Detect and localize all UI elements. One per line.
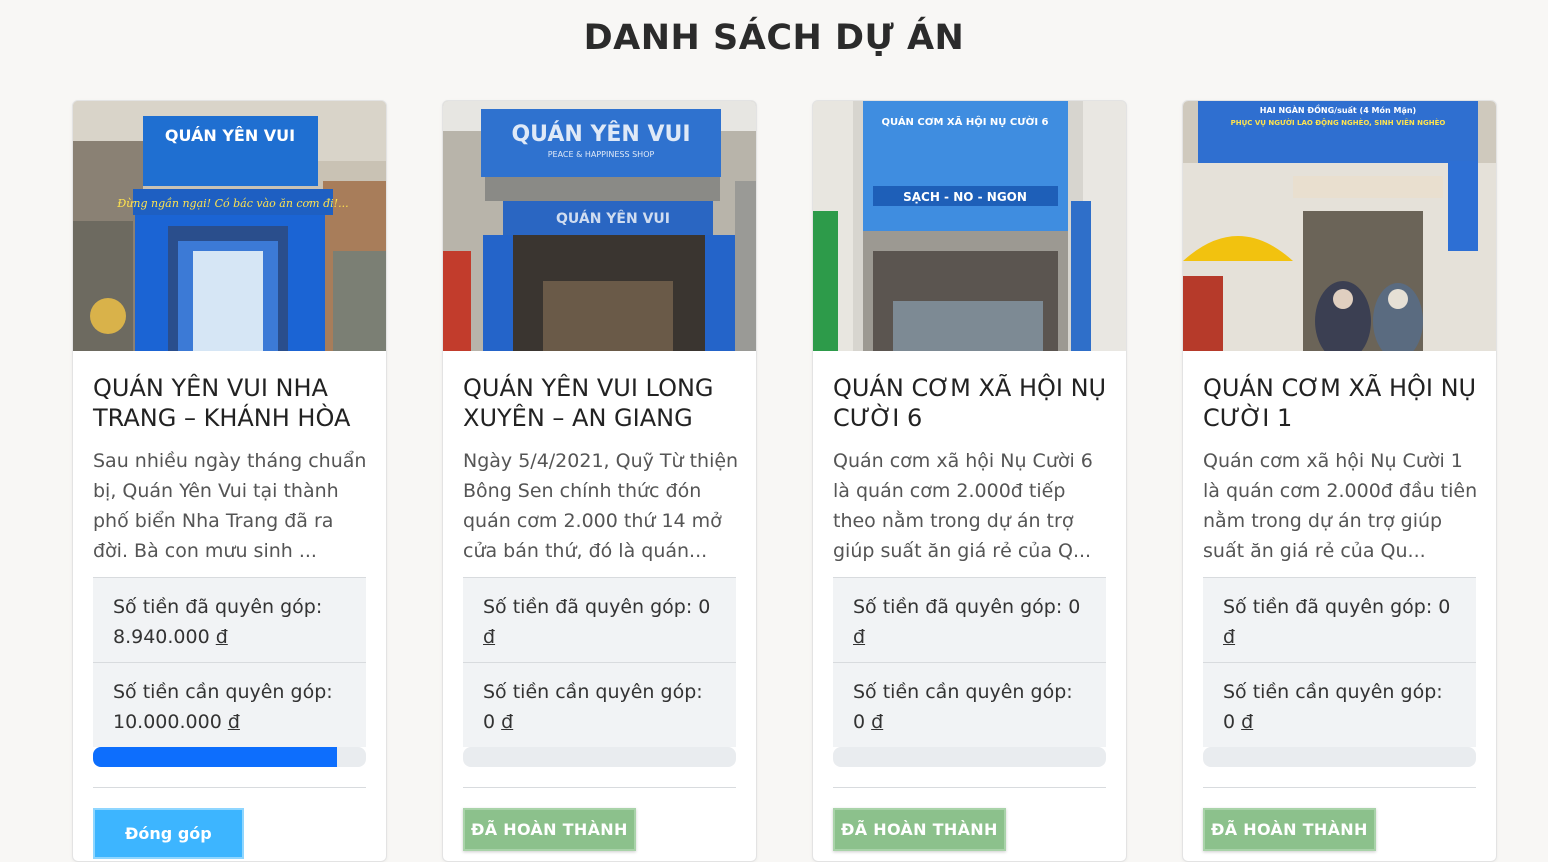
currency-symbol: đ [1241, 711, 1254, 733]
divider [463, 787, 736, 788]
donation-stats: Số tiền đã quyên góp: 8.940.000 đ Số tiề… [93, 577, 366, 859]
project-description: Ngày 5/4/2021, Quỹ Từ thiện Bông Sen chí… [463, 450, 739, 562]
project-description: Quán cơm xã hội Nụ Cười 1 là quán cơm 2.… [1203, 450, 1478, 562]
completed-button[interactable]: ĐÃ HOÀN THÀNH [1203, 808, 1376, 851]
project-card[interactable]: QUÁN YÊN VUI Đừng ngần ngại! Có bác vào … [72, 100, 387, 862]
project-card[interactable]: QUÁN CƠM XÃ HỘI NỤ CƯỜI 6 SẠCH - NO - NG… [812, 100, 1127, 862]
donated-value: 0 [1438, 596, 1451, 618]
divider [93, 787, 366, 788]
project-photo[interactable]: QUÁN CƠM XÃ HỘI NỤ CƯỜI 6 SẠCH - NO - NG… [813, 101, 1126, 351]
donation-stats: Số tiền đã quyên góp: 0 đ Số tiền cần qu… [463, 577, 736, 851]
project-title[interactable]: QUÁN YÊN VUI NHA TRANG – KHÁNH HÒA [93, 373, 373, 433]
divider [833, 787, 1106, 788]
currency-symbol: đ [483, 626, 496, 648]
donated-amount: Số tiền đã quyên góp: 0 đ [1203, 577, 1476, 662]
project-photo[interactable]: QUÁN YÊN VUI PEACE & HAPPINESS SHOP QUÁN… [443, 101, 756, 351]
donated-value: 0 [698, 596, 711, 618]
donated-value: 0 [1068, 596, 1081, 618]
needed-value: 0 [483, 711, 496, 733]
sign-text: QUÁN CƠM XÃ HỘI NỤ CƯỜI 6 [882, 115, 1049, 128]
divider [1203, 787, 1476, 788]
inner-sign-text: QUÁN YÊN VUI [556, 210, 670, 227]
currency-symbol: đ [227, 711, 240, 733]
donate-button[interactable]: Đóng góp [93, 808, 244, 859]
project-card[interactable]: QUÁN YÊN VUI PEACE & HAPPINESS SHOP QUÁN… [442, 100, 757, 862]
completed-button[interactable]: ĐÃ HOÀN THÀNH [833, 808, 1006, 851]
currency-symbol: đ [871, 711, 884, 733]
donated-label: Số tiền đã quyên góp: [1223, 596, 1433, 618]
project-title[interactable]: QUÁN YÊN VUI LONG XUYÊN – AN GIANG [463, 373, 743, 433]
donated-label: Số tiền đã quyên góp: [113, 596, 323, 618]
project-photo[interactable]: QUÁN YÊN VUI Đừng ngần ngại! Có bác vào … [73, 101, 386, 351]
needed-label: Số tiền cần quyên góp: [853, 681, 1073, 703]
progress-fill [93, 747, 338, 767]
currency-symbol: đ [501, 711, 514, 733]
needed-amount: Số tiền cần quyên góp: 10.000.000 đ [93, 662, 366, 747]
donated-label: Số tiền đã quyên góp: [483, 596, 693, 618]
currency-symbol: đ [215, 626, 228, 648]
donation-progress-bar [93, 747, 366, 767]
donated-value: 8.940.000 [113, 626, 210, 648]
donated-label: Số tiền đã quyên góp: [853, 596, 1063, 618]
project-card[interactable]: HAI NGÀN ĐỒNG/suất (4 Món Mặn) PHỤC VỤ N… [1182, 100, 1497, 862]
sign-subtext: PHỤC VỤ NGƯỜI LAO ĐỘNG NGHÈO, SINH VIÊN … [1231, 118, 1446, 127]
sign-text: QUÁN YÊN VUI [511, 121, 690, 147]
sign-subtext: PEACE & HAPPINESS SHOP [548, 150, 655, 159]
donation-progress-bar [463, 747, 736, 767]
needed-value: 0 [1223, 711, 1236, 733]
needed-amount: Số tiền cần quyên góp: 0 đ [1203, 662, 1476, 747]
currency-symbol: đ [853, 626, 866, 648]
donation-stats: Số tiền đã quyên góp: 0 đ Số tiền cần qu… [833, 577, 1106, 851]
donation-progress-bar [1203, 747, 1476, 767]
sign-text: QUÁN YÊN VUI [165, 126, 295, 145]
page-title: DANH SÁCH DỰ ÁN [583, 18, 965, 58]
needed-amount: Số tiền cần quyên góp: 0 đ [463, 662, 736, 747]
donated-amount: Số tiền đã quyên góp: 8.940.000 đ [93, 577, 366, 662]
project-photo[interactable]: HAI NGÀN ĐỒNG/suất (4 Món Mặn) PHỤC VỤ N… [1183, 101, 1496, 351]
currency-symbol: đ [1223, 626, 1236, 648]
sign-subtext: SẠCH - NO - NGON [903, 190, 1027, 204]
donation-progress-bar [833, 747, 1106, 767]
needed-label: Số tiền cần quyên góp: [483, 681, 703, 703]
needed-amount: Số tiền cần quyên góp: 0 đ [833, 662, 1106, 747]
donated-amount: Số tiền đã quyên góp: 0 đ [833, 577, 1106, 662]
banner-text: Đừng ngần ngại! Có bác vào ăn cơm đi!... [116, 197, 348, 210]
project-description: Quán cơm xã hội Nụ Cười 6 là quán cơm 2.… [833, 450, 1093, 562]
project-title[interactable]: QUÁN CƠM XÃ HỘI NỤ CƯỜI 6 [833, 373, 1113, 433]
project-title[interactable]: QUÁN CƠM XÃ HỘI NỤ CƯỜI 1 [1203, 373, 1483, 433]
donated-amount: Số tiền đã quyên góp: 0 đ [463, 577, 736, 662]
completed-button[interactable]: ĐÃ HOÀN THÀNH [463, 808, 636, 851]
needed-label: Số tiền cần quyên góp: [1223, 681, 1443, 703]
needed-value: 10.000.000 [113, 711, 222, 733]
needed-label: Số tiền cần quyên góp: [113, 681, 333, 703]
project-description: Sau nhiều ngày tháng chuẩn bị, Quán Yên … [93, 450, 367, 562]
donation-stats: Số tiền đã quyên góp: 0 đ Số tiền cần qu… [1203, 577, 1476, 851]
needed-value: 0 [853, 711, 866, 733]
